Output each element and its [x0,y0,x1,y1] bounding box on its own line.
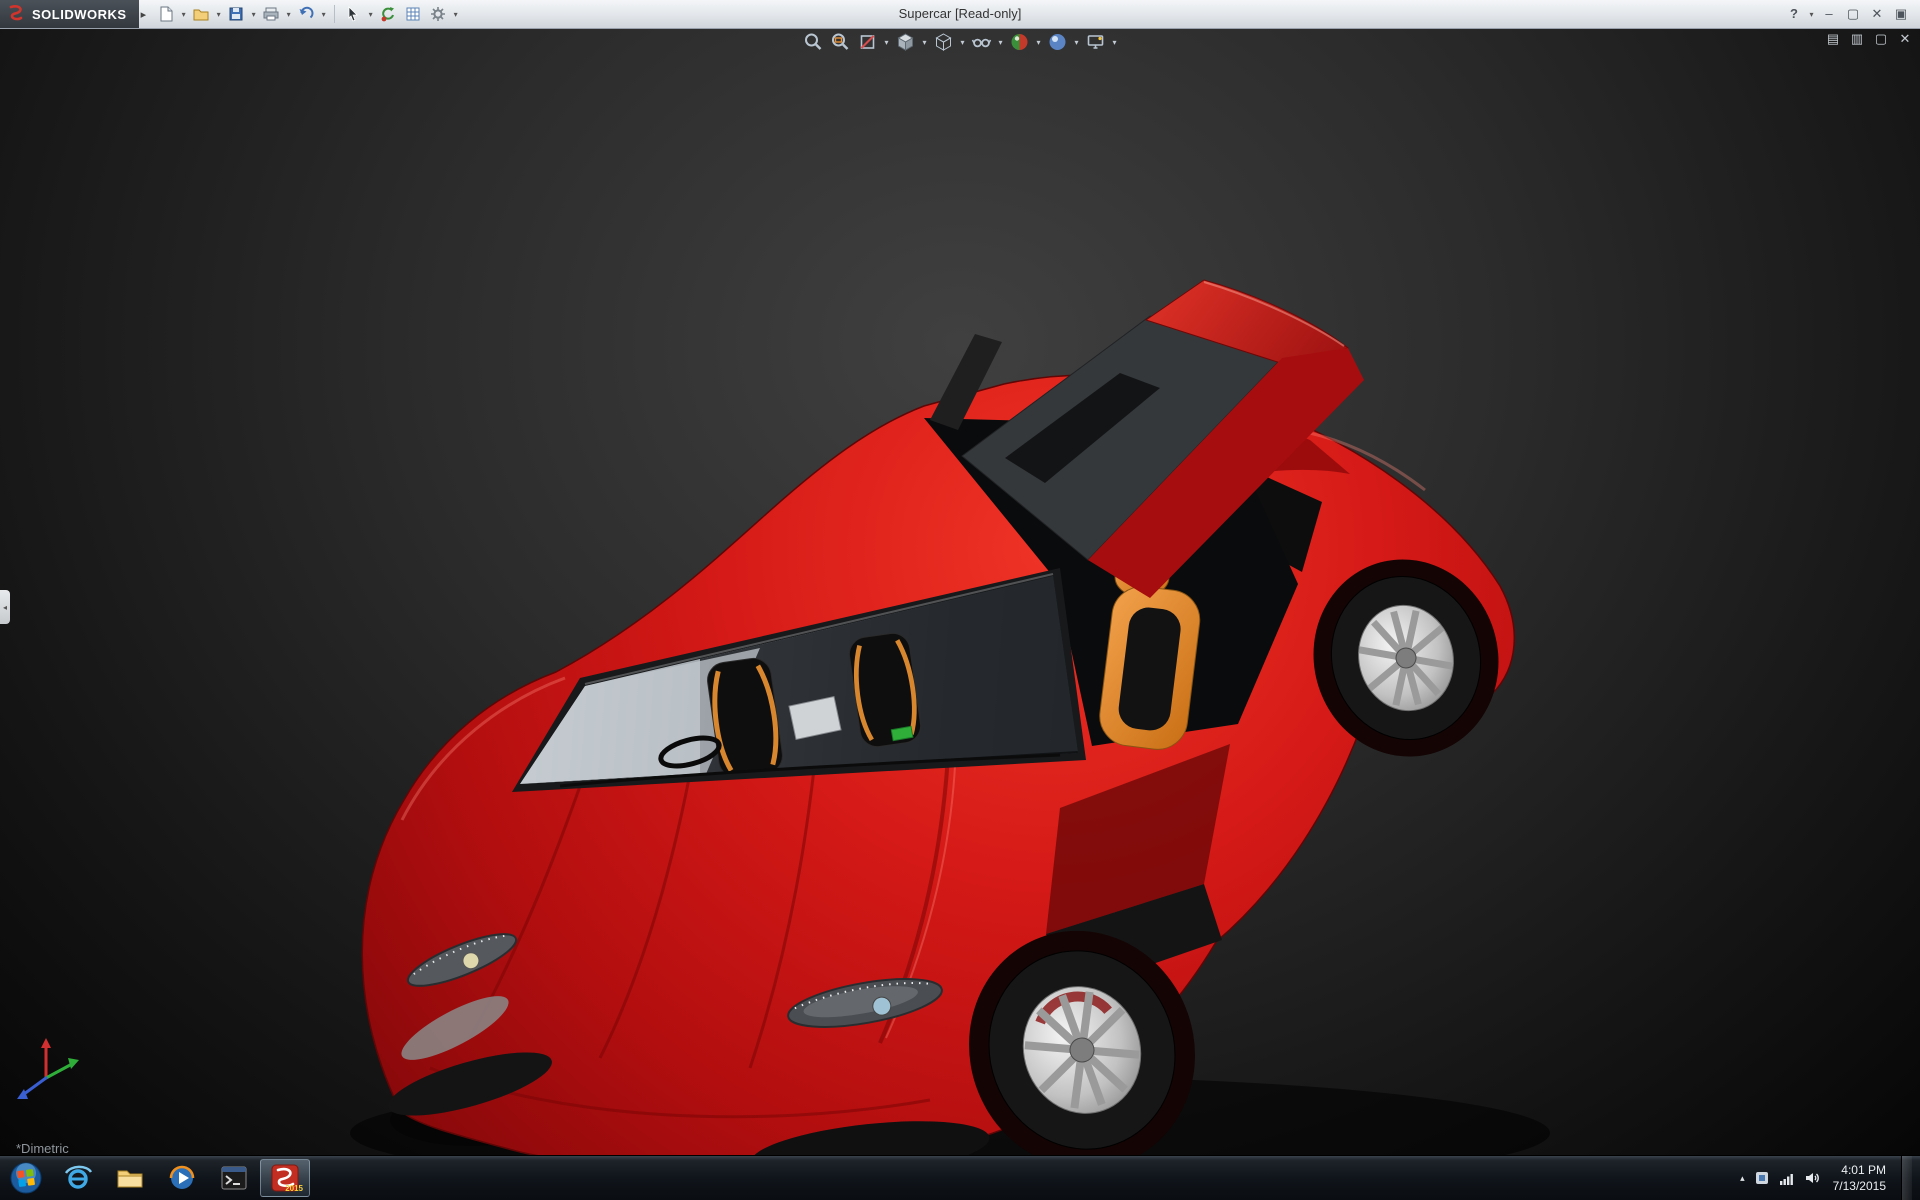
dropdown-arrow[interactable]: ▾ [249,10,258,19]
apply-scene-button[interactable] [1046,30,1070,54]
clock-date: 7/13/2015 [1833,1178,1886,1194]
viewport-pane-button[interactable]: ▤ [1824,30,1842,48]
viewport-close-button[interactable]: ✕ [1896,30,1914,48]
file-properties-icon [404,5,422,23]
clock-time: 4:01 PM [1841,1162,1886,1178]
command-prompt-icon [219,1163,249,1193]
zoom-to-area-icon [831,32,851,52]
dropdown-arrow[interactable]: ▾ [451,10,460,19]
zoom-to-fit-button[interactable] [802,30,826,54]
viewport-restore-button[interactable]: ▢ [1872,30,1890,48]
edit-appearance-button[interactable] [1008,30,1032,54]
select-button[interactable] [341,2,365,26]
dropdown-arrow[interactable]: ▾ [179,10,188,19]
open-button[interactable] [189,2,213,26]
dropdown-arrow[interactable]: ▾ [883,38,891,47]
display-style-button[interactable] [932,30,956,54]
solidworks-taskbar-button[interactable]: 2015 [260,1159,310,1197]
standard-toolbar: ▾ ▾ ▾ ▾ [154,2,460,26]
screen: SOLIDWORKS ▸ ▾ ▾ ▾ [0,0,1920,1200]
taskbar-clock[interactable]: 4:01 PM 7/13/2015 [1833,1162,1886,1194]
dropdown-arrow[interactable]: ▾ [284,10,293,19]
view-orientation-cube-icon [896,32,916,52]
rebuild-icon [379,5,397,23]
media-player-button[interactable] [156,1158,208,1198]
help-button[interactable]: ? [1783,4,1805,24]
hide-show-items-button[interactable] [970,30,994,54]
dropdown-arrow[interactable]: ▾ [959,38,967,47]
feature-tree-collapse-tab[interactable]: ◂ [0,590,10,624]
undo-button[interactable] [294,2,318,26]
select-cursor-icon [344,5,362,23]
internet-explorer-icon [63,1163,93,1193]
options-button[interactable] [426,2,450,26]
edit-appearance-ball-icon [1010,32,1030,52]
maximize-button[interactable]: ▢ [1842,4,1864,24]
media-player-icon [167,1163,197,1193]
solidworks-logo-icon [6,4,26,24]
toolbar-separator [334,5,335,23]
dropdown-arrow[interactable]: ▾ [1807,10,1816,19]
title-bar: SOLIDWORKS ▸ ▾ ▾ ▾ [0,0,1920,29]
dropdown-arrow[interactable]: ▾ [214,10,223,19]
solidworks-logo-text: SOLIDWORKS [32,7,127,22]
dropdown-arrow[interactable]: ▾ [997,38,1005,47]
windows-taskbar: 2015 ▴ 4:01 PM [0,1155,1920,1200]
command-prompt-button[interactable] [208,1158,260,1198]
open-folder-icon [192,5,210,23]
dropdown-arrow[interactable]: ▾ [1073,38,1081,47]
solidworks-logo: SOLIDWORKS [0,0,139,28]
dropdown-arrow[interactable]: ▾ [1035,38,1043,47]
section-view-button[interactable] [856,30,880,54]
windows-explorer-button[interactable] [104,1158,156,1198]
viewport-window-controls: ▤ ▥ ▢ ✕ [1824,30,1914,48]
new-document-button[interactable] [154,2,178,26]
zoom-to-fit-icon [804,32,824,52]
save-button[interactable] [224,2,248,26]
apply-scene-sphere-icon [1048,32,1068,52]
options-gear-icon [429,5,447,23]
close-button[interactable]: ✕ [1866,4,1888,24]
window-layout-button[interactable]: ▣ [1890,4,1912,24]
save-icon [227,5,245,23]
show-hidden-icons-button[interactable]: ▴ [1740,1173,1745,1184]
dropdown-arrow[interactable]: ▾ [921,38,929,47]
car-model-render [0,28,1920,1156]
dropdown-arrow[interactable]: ▾ [319,10,328,19]
hide-show-glasses-icon [972,32,992,52]
section-view-icon [858,32,878,52]
graphics-viewport[interactable]: ▾ ▾ ▾ ▾ [0,28,1920,1156]
show-desktop-button[interactable] [1901,1156,1912,1200]
menu-expand-arrow[interactable]: ▸ [141,8,147,21]
window-controls: ? ▾ – ▢ ✕ ▣ [1783,4,1920,24]
headsup-view-toolbar: ▾ ▾ ▾ ▾ [802,30,1119,54]
view-orientation-label: *Dimetric [16,1141,69,1156]
rebuild-button[interactable] [376,2,400,26]
start-button[interactable] [0,1158,52,1198]
dropdown-arrow[interactable]: ▾ [1111,38,1119,47]
windows-start-orb-icon [9,1161,43,1195]
zoom-to-area-button[interactable] [829,30,853,54]
internet-explorer-button[interactable] [52,1158,104,1198]
print-icon [262,5,280,23]
volume-icon[interactable] [1804,1170,1820,1186]
solidworks-version-badge: 2015 [285,1184,303,1193]
viewport-split-button[interactable]: ▥ [1848,30,1866,48]
display-style-icon [934,32,954,52]
folder-icon [115,1163,145,1193]
tray-app-icon[interactable] [1754,1170,1770,1186]
view-orientation-button[interactable] [894,30,918,54]
network-icon[interactable] [1779,1170,1795,1186]
minimize-button[interactable]: – [1818,4,1840,24]
print-button[interactable] [259,2,283,26]
file-properties-button[interactable] [401,2,425,26]
view-settings-button[interactable] [1084,30,1108,54]
system-tray: ▴ 4:01 PM 7/13/2015 [1740,1156,1920,1200]
new-document-icon [157,5,175,23]
view-settings-icon [1086,32,1106,52]
dropdown-arrow[interactable]: ▾ [366,10,375,19]
undo-icon [297,5,315,23]
